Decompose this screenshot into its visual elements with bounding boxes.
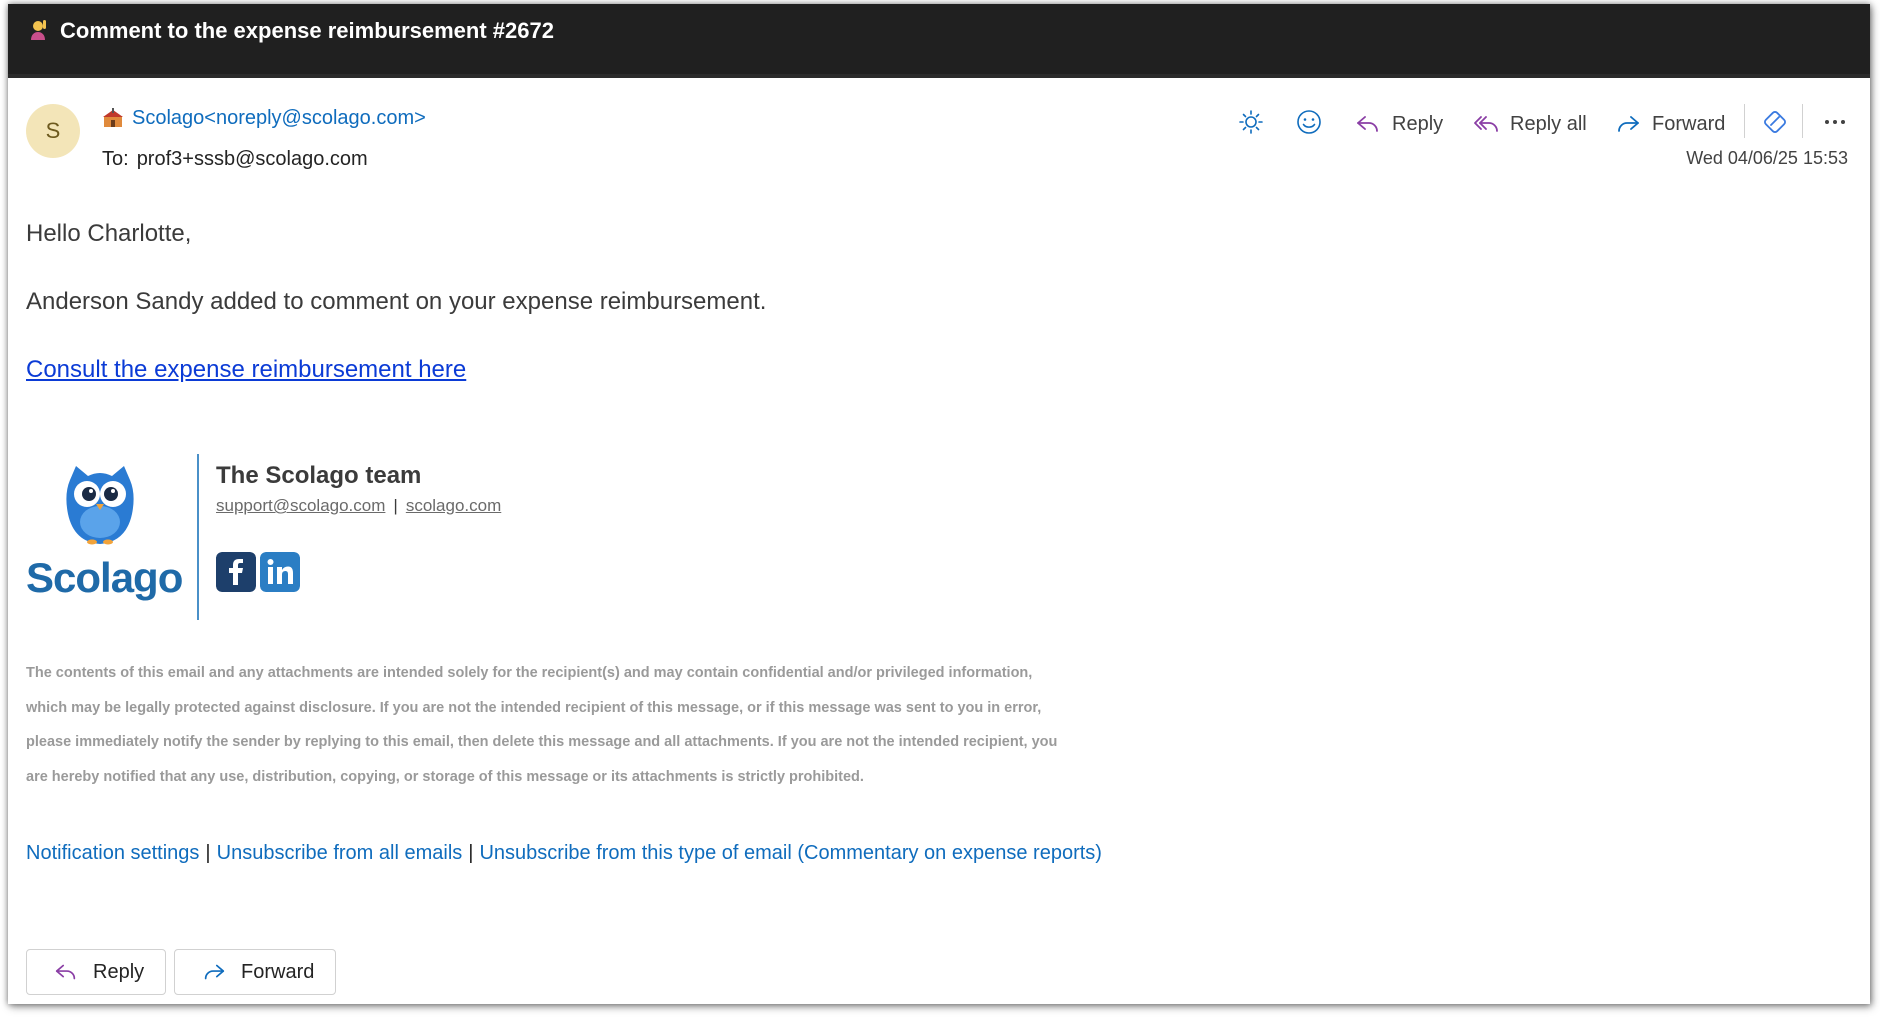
title-bar: Comment to the expense reimbursement #26… bbox=[8, 4, 1870, 78]
separator: | bbox=[205, 842, 211, 864]
signature-links: support@scolago.com | scolago.com bbox=[216, 496, 501, 516]
separator: | bbox=[393, 496, 398, 515]
separator: | bbox=[468, 842, 474, 864]
school-icon bbox=[103, 108, 123, 127]
reply-button[interactable]: Reply bbox=[1354, 104, 1443, 144]
bottom-forward-button[interactable]: Forward bbox=[174, 949, 336, 995]
email-window: Comment to the expense reimbursement #26… bbox=[8, 4, 1870, 1004]
footer-links: Notification settings | Unsubscribe from a… bbox=[26, 842, 1102, 865]
reply-label: Reply bbox=[1392, 112, 1444, 135]
sender-email[interactable]: <noreply@scolago.com> bbox=[204, 107, 426, 129]
toolbar-divider bbox=[1744, 104, 1745, 138]
owl-icon bbox=[66, 466, 134, 545]
to-address[interactable]: prof3+sssb@scolago.com bbox=[137, 148, 368, 170]
to-label: To: bbox=[102, 148, 129, 170]
toolbar-divider bbox=[1802, 104, 1803, 138]
loop-icon[interactable] bbox=[1760, 107, 1790, 137]
signature-team: The Scolago team bbox=[216, 462, 422, 489]
legal-disclaimer: The contents of this email and any attac… bbox=[26, 665, 1058, 785]
sender[interactable]: Scolago<noreply@scolago.com> bbox=[132, 107, 426, 130]
greeting: Hello Charlotte, bbox=[26, 220, 192, 247]
notification-settings-link[interactable]: Notification settings bbox=[26, 842, 199, 864]
person-raising-hand-icon bbox=[31, 20, 46, 40]
sender-name[interactable]: Scolago bbox=[132, 107, 204, 129]
unsubscribe-type-link[interactable]: Unsubscribe from this type of email (Com… bbox=[479, 842, 1101, 864]
emoji-icon[interactable] bbox=[1294, 107, 1324, 137]
bottom-reply-button[interactable]: Reply bbox=[26, 949, 166, 995]
signature-divider bbox=[197, 454, 199, 620]
brand-name: Scolago bbox=[26, 554, 183, 601]
reply-all-button[interactable]: Reply all bbox=[1472, 104, 1587, 144]
scolago-logo: Scolago bbox=[26, 464, 186, 604]
support-email-link[interactable]: support@scolago.com bbox=[216, 496, 385, 515]
body-line: Anderson Sandy added to comment on your … bbox=[26, 288, 767, 315]
forward-icon bbox=[1618, 116, 1639, 132]
window-title: Comment to the expense reimbursement #26… bbox=[60, 18, 554, 43]
facebook-icon[interactable] bbox=[216, 552, 256, 592]
avatar[interactable]: S bbox=[26, 104, 80, 158]
unsubscribe-all-link[interactable]: Unsubscribe from all emails bbox=[217, 842, 463, 864]
brightness-icon[interactable] bbox=[1236, 107, 1266, 137]
linkedin-icon[interactable] bbox=[260, 552, 300, 592]
forward-icon bbox=[204, 964, 225, 980]
reply-icon bbox=[1357, 116, 1378, 132]
forward-label: Forward bbox=[1652, 112, 1726, 135]
reply-icon bbox=[55, 964, 76, 980]
more-icon[interactable] bbox=[1820, 107, 1850, 137]
to-line: To: prof3+sssb@scolago.com bbox=[102, 148, 368, 171]
reply-all-label: Reply all bbox=[1510, 112, 1587, 135]
website-link[interactable]: scolago.com bbox=[406, 496, 501, 515]
message-date: Wed 04/06/25 15:53 bbox=[1686, 148, 1848, 168]
reply-all-icon bbox=[1474, 116, 1498, 132]
expense-reimbursement-link[interactable]: Consult the expense reimbursement here bbox=[26, 356, 466, 384]
bottom-forward-label: Forward bbox=[241, 960, 315, 983]
forward-button[interactable]: Forward bbox=[1614, 104, 1725, 144]
bottom-reply-label: Reply bbox=[93, 960, 145, 983]
